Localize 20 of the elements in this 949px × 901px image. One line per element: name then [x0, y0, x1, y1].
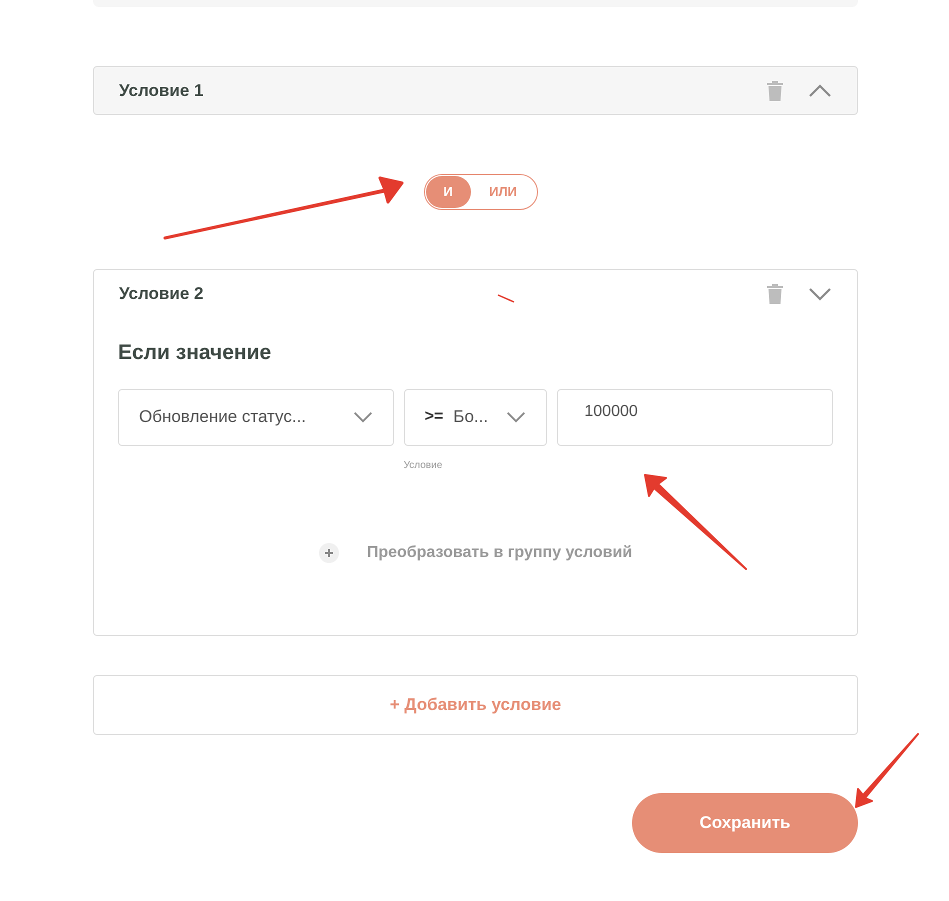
- trash-icon[interactable]: [766, 282, 784, 304]
- annotation-mark: [496, 293, 516, 304]
- condition-title: Условие 1: [119, 80, 204, 102]
- operator-select[interactable]: >= Бо...: [404, 388, 548, 446]
- logic-option[interactable]: ИЛИ: [470, 176, 536, 208]
- field-select[interactable]: Обновление статус...: [118, 388, 394, 446]
- plus-icon[interactable]: [318, 542, 339, 562]
- section-heading: Если значение: [118, 340, 272, 366]
- chevron-down-icon[interactable]: [808, 286, 832, 300]
- convert-group-link[interactable]: Преобразовать в группу условий: [366, 540, 632, 564]
- chevron-down-icon[interactable]: [352, 411, 373, 423]
- add-condition-button[interactable]: + Добавить условие: [93, 674, 858, 734]
- trash-icon[interactable]: [766, 80, 784, 102]
- value-input[interactable]: 100000: [557, 388, 833, 446]
- logic-option[interactable]: И: [426, 176, 470, 208]
- chevron-down-icon[interactable]: [506, 411, 526, 423]
- field-caption: Условие: [404, 458, 442, 472]
- condition-title: Условие 2: [119, 282, 204, 305]
- save-button[interactable]: Сохранить: [632, 792, 858, 852]
- chevron-up-icon[interactable]: [808, 84, 832, 98]
